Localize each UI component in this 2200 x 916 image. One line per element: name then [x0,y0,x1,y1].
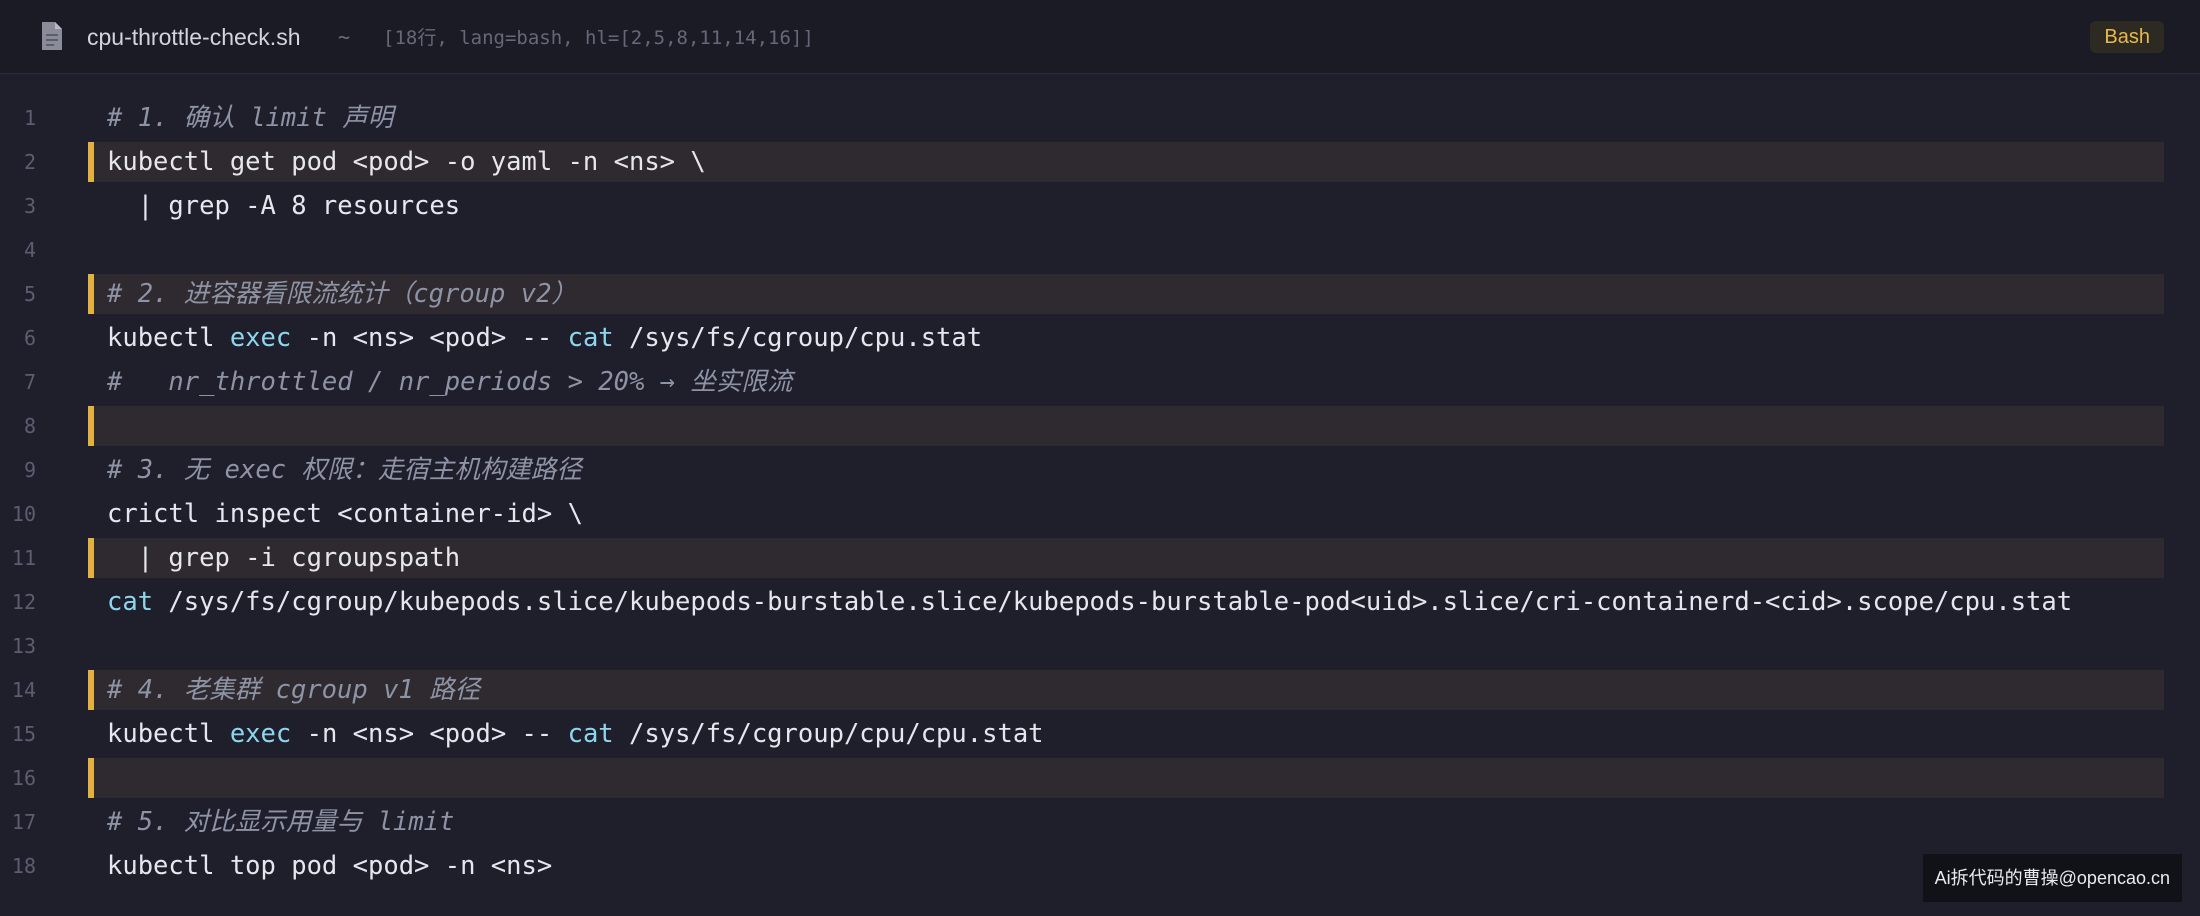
line-number: 10 [11,502,36,526]
line-number: 17 [11,810,36,834]
code-token: crictl inspect <container-id> \ [107,499,583,529]
code-comment: # 4. 老集群 cgroup v1 路径 [107,668,480,712]
code-token: kubectl [107,323,230,353]
code-line: 6 kubectl exec -n <ns> <pod> -- cat /sys/… [0,316,2200,360]
code-text: kubectl exec -n <ns> <pod> -- cat /sys/f… [107,316,982,360]
keyword-token: exec [229,323,292,353]
code-text: | grep -i cgroupspath [107,536,460,580]
line-number: 2 [23,150,36,174]
code-comment: # nr_throttled / nr_periods > 20% → 坐实限流 [107,360,792,404]
code-text: kubectl top pod <pod> -n <ns> [107,844,552,888]
code-line: 13 [0,624,2200,668]
code-line: 12 cat /sys/fs/cgroup/kubepods.slice/kube… [0,580,2200,624]
code-comment: # 2. 进容器看限流统计（cgroup v2） [107,272,577,316]
code-line: 16 [0,756,2200,800]
code-token: kubectl top pod <pod> -n <ns> [107,851,553,881]
code-comment: # 1. 确认 limit 声明 [107,96,393,140]
code-text: kubectl get pod <pod> -o yaml -n <ns> \ [107,140,706,184]
keyword-token: cat [567,719,614,749]
code-line: 11 | grep -i cgroupspath [0,536,2200,580]
code-token: -n <ns> <pod> -- [291,323,568,353]
code-token: /sys/fs/cgroup/kubepods.slice/kubepods-b… [153,587,2073,617]
code-line: 10 crictl inspect <container-id> \ [0,492,2200,536]
code-token: # nr_throttled / nr_periods > 20% → 坐实限流 [107,367,793,397]
code-text: crictl inspect <container-id> \ [107,492,583,536]
code-token: # 4. 老集群 cgroup v1 路径 [107,675,481,705]
code-token: | grep -i cgroupspath [107,543,461,573]
code-line: 3 | grep -A 8 resources [0,184,2200,228]
code-line: 15 kubectl exec -n <ns> <pod> -- cat /sys… [0,712,2200,756]
code-token: -n <ns> <pod> -- [291,719,568,749]
header-separator: ~ [338,25,351,49]
line-number: 6 [23,326,36,350]
code-comment: # 5. 对比显示用量与 limit [107,800,454,844]
code-token: # 3. 无 exec 权限：走宿主机构建路径 [107,455,582,485]
code-token: # 1. 确认 limit 声明 [107,103,394,133]
code-token: kubectl [107,719,230,749]
code-line: 17 # 5. 对比显示用量与 limit [0,800,2200,844]
line-number: 11 [11,546,36,570]
code-token: # 2. 进容器看限流统计（cgroup v2） [107,279,577,309]
line-number: 3 [23,194,36,218]
keyword-token: cat [107,587,154,617]
line-number: 7 [23,370,36,394]
code-token: # 5. 对比显示用量与 limit [107,807,455,837]
document-icon [42,22,62,50]
line-number: 13 [11,634,36,658]
file-name: cpu-throttle-check.sh [87,24,301,50]
code-text: kubectl exec -n <ns> <pod> -- cat /sys/f… [107,712,1044,756]
code-token: | grep -A 8 resources [107,191,461,221]
language-badge: Bash [2090,21,2164,53]
line-number: 9 [23,458,36,482]
code-line: 4 [0,228,2200,272]
code-token: kubectl get pod <pod> -o yaml -n <ns> \ [107,147,706,177]
line-number: 8 [23,414,36,438]
code-text: cat /sys/fs/cgroup/kubepods.slice/kubepo… [107,580,2072,624]
code-line: 7 # nr_throttled / nr_periods > 20% → 坐实限… [0,360,2200,404]
code-line: 2 kubectl get pod <pod> -o yaml -n <ns> \ [0,140,2200,184]
code-comment: # 3. 无 exec 权限：走宿主机构建路径 [107,448,582,492]
code-line: 9 # 3. 无 exec 权限：走宿主机构建路径 [0,448,2200,492]
line-number: 12 [11,590,36,614]
code-line: 1 # 1. 确认 limit 声明 [0,96,2200,140]
line-highlight [88,758,2164,798]
line-number: 18 [11,854,36,878]
code-line: 5 # 2. 进容器看限流统计（cgroup v2） [0,272,2200,316]
line-number: 14 [11,678,36,702]
line-number: 1 [23,106,36,130]
file-meta: [18行, lang=bash, hl=[2,5,8,11,14,16]] [383,27,814,49]
code-line: 18 kubectl top pod <pod> -n <ns> [0,844,2200,888]
keyword-token: exec [229,719,292,749]
file-header: cpu-throttle-check.sh ~ [18行, lang=bash,… [0,0,2200,74]
line-highlight [88,406,2164,446]
code-line: 14 # 4. 老集群 cgroup v1 路径 [0,668,2200,712]
line-number: 16 [11,766,36,790]
code-token: /sys/fs/cgroup/cpu/cpu.stat [613,719,1044,749]
line-number: 15 [11,722,36,746]
code-viewer: cpu-throttle-check.sh ~ [18行, lang=bash,… [0,0,2200,916]
code-line: 8 [0,404,2200,448]
line-number: 5 [23,282,36,306]
code-token: /sys/fs/cgroup/cpu.stat [613,323,983,353]
keyword-token: cat [567,323,614,353]
code-block: 1 # 1. 确认 limit 声明 2 kubectl get pod <pod> … [0,96,2200,888]
code-text: | grep -A 8 resources [107,184,460,228]
line-number: 4 [23,238,36,262]
watermark: Ai拆代码的曹操@opencao.cn [1922,854,2182,902]
